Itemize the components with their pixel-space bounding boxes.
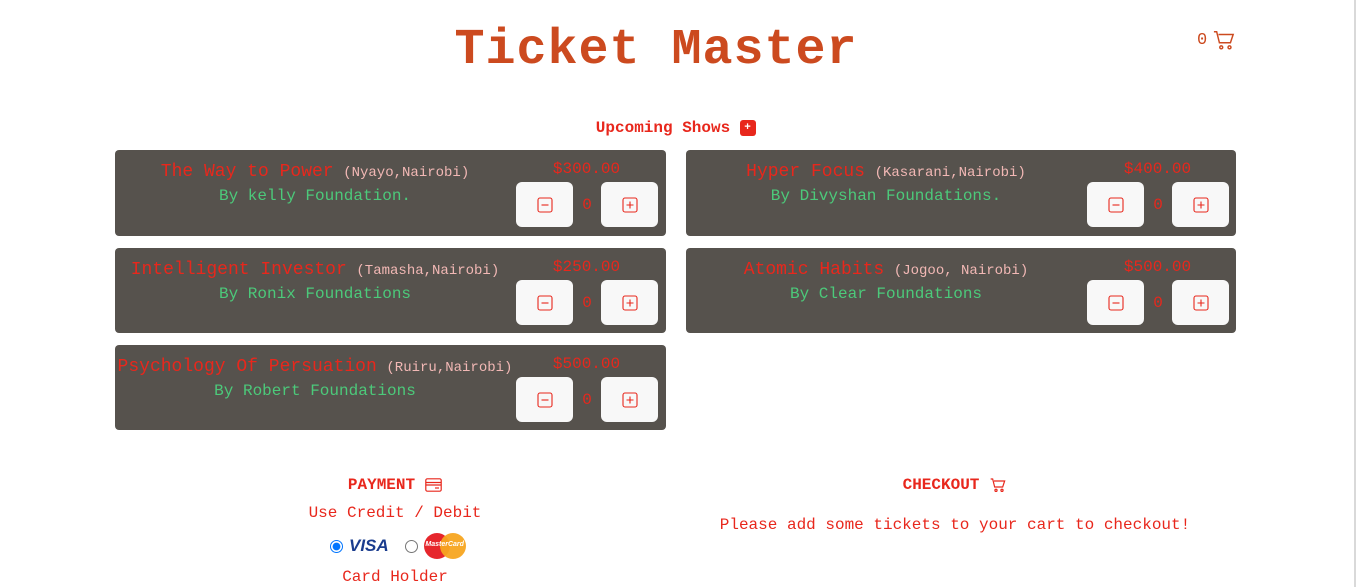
upcoming-shows-heading: Upcoming Shows — [0, 119, 1352, 137]
checkout-heading: CHECKOUT — [860, 476, 1050, 494]
decrease-quantity-button[interactable] — [1087, 182, 1144, 227]
visa-radio[interactable] — [330, 539, 343, 553]
card-holder-label: Card Holder — [342, 568, 448, 586]
minus-square-icon — [536, 391, 553, 408]
upcoming-shows-label: Upcoming Shows — [595, 119, 731, 137]
minus-square-icon — [536, 196, 553, 213]
show-title: Hyper Focus — [746, 162, 865, 182]
show-price: $250.00 — [552, 258, 621, 276]
plus-square-icon — [1192, 196, 1209, 213]
cart-icon — [991, 478, 1006, 492]
show-title: The Way to Power — [160, 162, 334, 182]
mastercard-logo-text: MasterCard — [425, 541, 464, 548]
minus-square-icon — [1107, 294, 1124, 311]
cart-icon — [1214, 31, 1235, 50]
payment-heading: PAYMENT — [300, 476, 490, 494]
ticket-quantity: 0 — [1153, 196, 1163, 214]
mastercard-radio[interactable] — [404, 539, 418, 553]
show-title: Psychology Of Persuation — [117, 357, 377, 377]
cart-count: 0 — [1197, 30, 1208, 50]
checkout-empty-message: Please add some tickets to your cart to … — [719, 516, 1191, 534]
show-price: $500.00 — [1123, 258, 1192, 276]
increase-quantity-button[interactable] — [601, 280, 658, 325]
decrease-quantity-button[interactable] — [516, 182, 573, 227]
plus-square-icon — [1192, 294, 1209, 311]
checkout-label: CHECKOUT — [902, 476, 980, 494]
increase-quantity-button[interactable] — [1172, 280, 1229, 325]
show-venue: (Tamasha,Nairobi) — [356, 263, 500, 279]
show-organizer: By kelly Foundation. — [218, 187, 412, 205]
app-title: Ticket Master — [454, 22, 858, 79]
minus-square-icon — [536, 294, 553, 311]
show-venue: (Jogoo, Nairobi) — [893, 263, 1029, 279]
show-title: Intelligent Investor — [130, 260, 347, 280]
payment-method-options: VISA MasterCard — [330, 533, 466, 559]
show-venue: (Kasarani,Nairobi) — [874, 165, 1026, 181]
visa-logo: VISA — [349, 536, 389, 555]
decrease-quantity-button[interactable] — [516, 377, 573, 422]
show-title: Atomic Habits — [743, 260, 885, 280]
increase-quantity-button[interactable] — [601, 182, 658, 227]
calendar-plus-icon — [740, 120, 757, 136]
show-card: The Way to Power (Nyayo,Nairobi) By kell… — [115, 150, 666, 236]
ticket-quantity: 0 — [582, 294, 592, 312]
payment-subheading: Use Credit / Debit — [308, 504, 482, 522]
show-organizer: By Divyshan Foundations. — [770, 187, 1002, 205]
mastercard-logo: MasterCard — [423, 533, 466, 559]
show-price: $500.00 — [552, 355, 621, 373]
show-organizer: By Clear Foundations — [789, 285, 983, 303]
show-price: $300.00 — [552, 160, 621, 178]
decrease-quantity-button[interactable] — [1087, 280, 1144, 325]
ticket-quantity: 0 — [582, 391, 592, 409]
show-organizer: By Ronix Foundations — [218, 285, 412, 303]
plus-square-icon — [621, 294, 638, 311]
increase-quantity-button[interactable] — [1172, 182, 1229, 227]
show-card: Hyper Focus (Kasarani,Nairobi) By Divysh… — [686, 150, 1236, 236]
plus-square-icon — [621, 391, 638, 408]
ticket-quantity: 0 — [1153, 294, 1163, 312]
show-venue: (Ruiru,Nairobi) — [386, 360, 513, 376]
cart-button[interactable]: 0 — [1197, 29, 1235, 51]
minus-square-icon — [1107, 196, 1124, 213]
credit-card-icon — [425, 478, 442, 492]
show-price: $400.00 — [1123, 160, 1192, 178]
increase-quantity-button[interactable] — [601, 377, 658, 422]
plus-square-icon — [621, 196, 638, 213]
decrease-quantity-button[interactable] — [516, 280, 573, 325]
show-card: Intelligent Investor (Tamasha,Nairobi) B… — [115, 248, 666, 333]
show-card: Psychology Of Persuation (Ruiru,Nairobi)… — [115, 345, 666, 430]
show-venue: (Nyayo,Nairobi) — [343, 165, 470, 181]
show-organizer: By Robert Foundations — [214, 382, 416, 400]
payment-label: PAYMENT — [347, 476, 416, 494]
show-card: Atomic Habits (Jogoo, Nairobi) By Clear … — [686, 248, 1236, 333]
ticket-quantity: 0 — [582, 196, 592, 214]
